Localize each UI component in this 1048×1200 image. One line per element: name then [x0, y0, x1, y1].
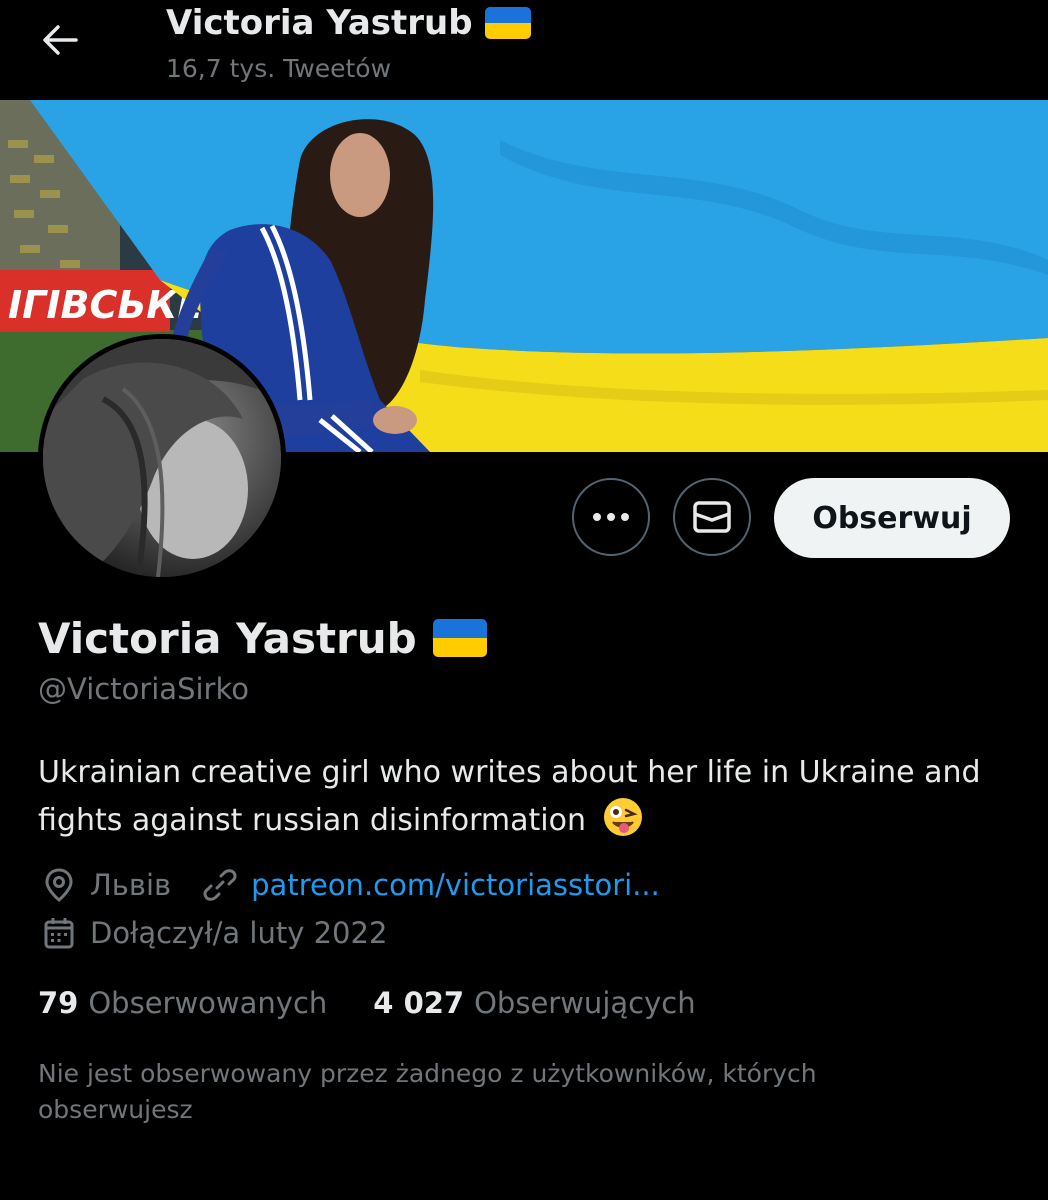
avatar-image	[43, 339, 281, 577]
display-name-text: Victoria Yastrub	[38, 613, 417, 663]
website-link[interactable]: patreon.com/victoriasstori...	[251, 868, 660, 902]
profile-meta-row: Dołączył/a luty 2022	[38, 912, 387, 954]
top-bar: Victoria Yastrub 16,7 tys. Tweetów	[0, 0, 1048, 100]
header-title: Victoria Yastrub	[166, 0, 531, 46]
link-icon	[199, 864, 241, 906]
winking-face-with-tongue-emoji	[603, 798, 642, 836]
bio-text: Ukrainian creative girl who writes about…	[38, 755, 981, 838]
location-text: Львів	[90, 868, 172, 902]
display-name: Victoria Yastrub	[38, 610, 487, 666]
tweet-count: 16,7 tys. Tweetów	[166, 54, 392, 83]
profile-meta-row: Львів patreon.com/victoriasstori...	[38, 864, 660, 906]
followers-count: 4 027	[373, 986, 465, 1020]
envelope-icon	[693, 501, 731, 533]
more-horizontal-icon	[593, 513, 629, 521]
follow-button[interactable]: Obserwuj	[774, 478, 1010, 558]
location-pin-icon	[38, 864, 80, 906]
joined-date: Dołączył/a luty 2022	[90, 916, 388, 950]
calendar-icon	[38, 912, 80, 954]
header-name: Victoria Yastrub	[166, 3, 473, 43]
following-count: 79	[38, 986, 79, 1020]
back-button[interactable]	[36, 20, 84, 60]
followers-link[interactable]: 4 027 Obserwujących	[373, 986, 695, 1020]
follow-stats: 79 Obserwowanych 4 027 Obserwujących	[38, 986, 696, 1020]
bio: Ukrainian creative girl who writes about…	[38, 750, 1018, 844]
user-handle: @VictoriaSirko	[38, 672, 249, 706]
more-options-button[interactable]	[572, 478, 650, 556]
followers-label: Obserwujących	[474, 986, 696, 1020]
followed-by-note: Nie jest obserwowany przez żadnego z uży…	[38, 1059, 817, 1124]
message-button[interactable]	[673, 478, 751, 556]
ukraine-flag-icon	[484, 7, 531, 39]
arrow-left-icon	[43, 25, 78, 55]
following-link[interactable]: 79 Obserwowanych	[38, 986, 327, 1020]
avatar[interactable]	[38, 334, 286, 582]
following-label: Obserwowanych	[88, 986, 328, 1020]
ukraine-flag-icon	[432, 619, 487, 657]
